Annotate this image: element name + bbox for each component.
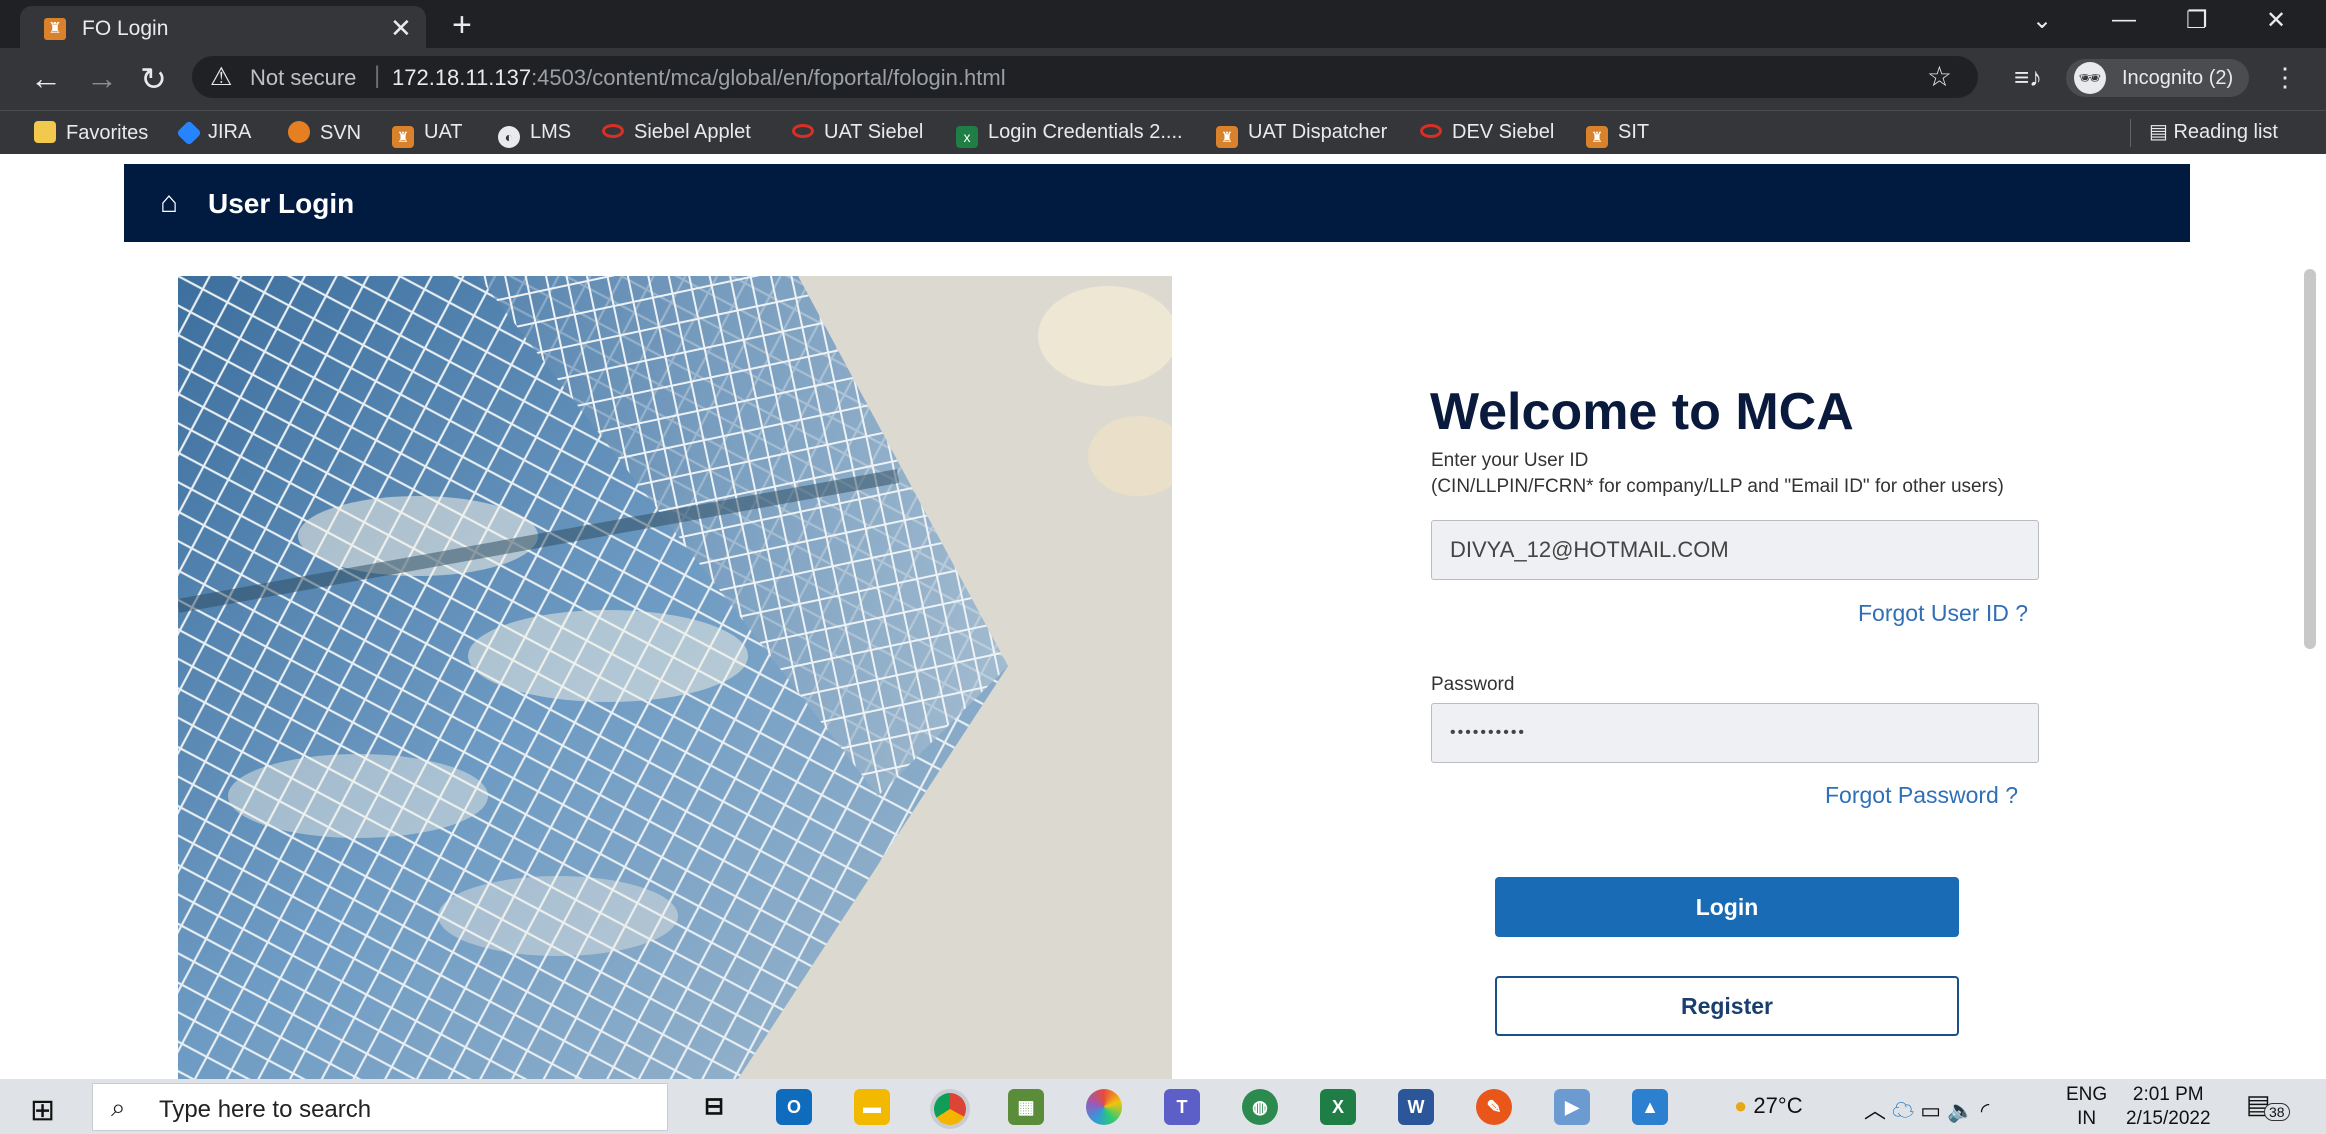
welcome-heading: Welcome to MCA: [1430, 383, 1854, 441]
bookmark-siebel-applet[interactable]: Siebel Applet: [602, 121, 751, 144]
excel-icon[interactable]: X: [1320, 1089, 1356, 1125]
oracle-icon: [602, 124, 624, 138]
taskbar-search[interactable]: ⌕ Type here to search: [92, 1083, 668, 1131]
bookmark-svn[interactable]: SVN: [288, 121, 361, 145]
paint-icon[interactable]: [1086, 1089, 1122, 1125]
restore-icon[interactable]: ❐: [2186, 6, 2208, 35]
oracle-icon: [1420, 124, 1442, 138]
media-player-icon[interactable]: ▶: [1554, 1089, 1590, 1125]
forward-icon[interactable]: →: [86, 60, 118, 97]
battery-icon: ▭: [1920, 1098, 1942, 1123]
bookmark-jira[interactable]: JIRA: [176, 120, 251, 146]
globe-icon: ◐: [498, 126, 520, 148]
home-icon[interactable]: ⌂: [160, 186, 178, 220]
incognito-icon: 🕶: [2074, 62, 2106, 94]
tab-title: FO Login: [82, 17, 169, 40]
file-explorer-icon[interactable]: ▬: [854, 1089, 890, 1125]
userid-hint: Enter your User ID: [1431, 450, 1589, 471]
bookmark-star-icon[interactable]: ☆: [1927, 60, 1952, 93]
bookmark-dev-siebel[interactable]: DEV Siebel: [1420, 121, 1554, 144]
address-bar[interactable]: ⚠ Not secure | 172.18.11.137:4503/conten…: [192, 56, 1978, 98]
bookmark-uat-siebel[interactable]: UAT Siebel: [792, 121, 923, 144]
page-content: ⌂ User Login Welcome to MCA Enter your U…: [0, 154, 2326, 1079]
windows-start-icon[interactable]: ⊞: [30, 1093, 55, 1128]
snip-tool-icon[interactable]: ✎: [1476, 1089, 1512, 1125]
volume-icon[interactable]: 🔈: [1947, 1098, 1974, 1123]
emblem-icon: ♜: [44, 18, 66, 40]
notification-count: 38: [2264, 1103, 2290, 1121]
building-photo: [178, 276, 1172, 1079]
minimize-icon[interactable]: —: [2112, 6, 2136, 34]
chevron-up-icon[interactable]: ︿: [1864, 1098, 1886, 1123]
weather-widget[interactable]: ● 27°C: [1734, 1093, 1803, 1119]
windows-taskbar: ⊞ ⌕ Type here to search ⊟ O ▬ ▦ T ◍ X W …: [0, 1079, 2326, 1134]
media-control-icon[interactable]: ≡♪: [2014, 62, 2042, 93]
teams-icon[interactable]: T: [1164, 1089, 1200, 1125]
url-host: 172.18.11.137: [392, 65, 532, 90]
onedrive-icon: ☁: [1892, 1098, 1915, 1123]
close-window-icon[interactable]: ✕: [2266, 6, 2286, 35]
emblem-icon: ♜: [392, 126, 414, 148]
incognito-indicator[interactable]: 🕶 Incognito (2): [2066, 59, 2250, 97]
bookmark-uat[interactable]: ♜ UAT: [392, 121, 463, 148]
tray-icons[interactable]: ︿ ☁ ▭ 🔈 ◜: [1864, 1093, 1989, 1125]
chrome-icon[interactable]: [930, 1089, 970, 1129]
menu-icon[interactable]: ⋮: [2272, 62, 2298, 93]
login-button[interactable]: Login: [1495, 877, 1959, 937]
folder-icon: [34, 121, 56, 143]
tab-fo-login[interactable]: ♜ FO Login ✕: [20, 6, 426, 48]
tab-search-icon[interactable]: ⌄: [2032, 6, 2052, 35]
user-login-header: ⌂ User Login: [124, 164, 2190, 242]
wifi-icon[interactable]: ◜: [1981, 1098, 1990, 1123]
new-tab-button[interactable]: +: [452, 6, 472, 45]
bookmark-lms[interactable]: ◐ LMS: [498, 121, 571, 148]
divider: |: [374, 62, 381, 89]
bookmark-sit[interactable]: ♜ SIT: [1586, 121, 1649, 148]
close-tab-icon[interactable]: ✕: [390, 13, 412, 44]
reading-list-icon: ▤: [2149, 121, 2174, 143]
system-clock[interactable]: 2:01 PM 2/15/2022: [2126, 1083, 2211, 1131]
warning-icon: ⚠: [210, 63, 233, 91]
url-text[interactable]: 172.18.11.137:4503/content/mca/global/en…: [392, 65, 1006, 91]
page-scrollbar[interactable]: [2304, 269, 2316, 649]
security-label: Not secure: [250, 65, 357, 90]
globe-app-icon[interactable]: ◍: [1242, 1089, 1278, 1125]
chart-app-icon[interactable]: ▦: [1008, 1089, 1044, 1125]
skyscraper-illustration: [178, 276, 1172, 1079]
bookmarks-bar: Favorites JIRA SVN ♜ UAT ◐ LMS Siebel Appl…: [0, 110, 2326, 154]
search-icon: ⌕: [111, 1092, 126, 1122]
bookmark-login-credentials[interactable]: x Login Credentials 2....: [956, 121, 1183, 148]
forgot-userid-link[interactable]: Forgot User ID ?: [1858, 600, 2028, 627]
url-path: :4503/content/mca/global/en/foportal/fol…: [531, 65, 1006, 90]
reload-icon[interactable]: ↻: [140, 60, 167, 98]
reading-list-button[interactable]: ▤ Reading list: [2130, 119, 2278, 147]
emblem-icon: ♜: [1586, 126, 1608, 148]
outlook-icon[interactable]: O: [776, 1089, 812, 1125]
userid-hint-detail: (CIN/LLPIN/FCRN* for company/LLP and "Em…: [1431, 476, 2004, 497]
task-view-icon[interactable]: ⊟: [696, 1089, 732, 1125]
password-label: Password: [1431, 674, 1515, 695]
incognito-label: Incognito (2): [2122, 67, 2234, 89]
bookmark-favorites[interactable]: Favorites: [34, 121, 148, 145]
forgot-password-link[interactable]: Forgot Password ?: [1825, 782, 2018, 809]
photos-icon[interactable]: ▲: [1632, 1089, 1668, 1125]
password-input[interactable]: ••••••••••: [1431, 703, 2039, 763]
word-icon[interactable]: W: [1398, 1089, 1434, 1125]
search-placeholder: Type here to search: [159, 1096, 372, 1123]
emblem-icon: ♜: [1216, 126, 1238, 148]
notification-center-icon[interactable]: ▤ 38: [2246, 1089, 2290, 1125]
language-indicator[interactable]: ENG IN: [2066, 1083, 2107, 1131]
svn-icon: [288, 121, 310, 143]
browser-toolbar: ← → ↻ ⚠ Not secure | 172.18.11.137:4503/…: [0, 48, 2326, 110]
header-title: User Login: [208, 188, 355, 219]
userid-input[interactable]: DIVYA_12@HOTMAIL.COM: [1431, 520, 2039, 580]
excel-icon: x: [956, 126, 978, 148]
weather-icon: ●: [1734, 1093, 1748, 1118]
register-button[interactable]: Register: [1495, 976, 1959, 1036]
oracle-icon: [792, 124, 814, 138]
jira-icon: [176, 120, 202, 146]
tab-strip: ♜ FO Login ✕ + ⌄ — ❐ ✕: [0, 0, 2326, 48]
back-icon[interactable]: ←: [30, 60, 62, 97]
bookmark-uat-dispatcher[interactable]: ♜ UAT Dispatcher: [1216, 121, 1387, 148]
